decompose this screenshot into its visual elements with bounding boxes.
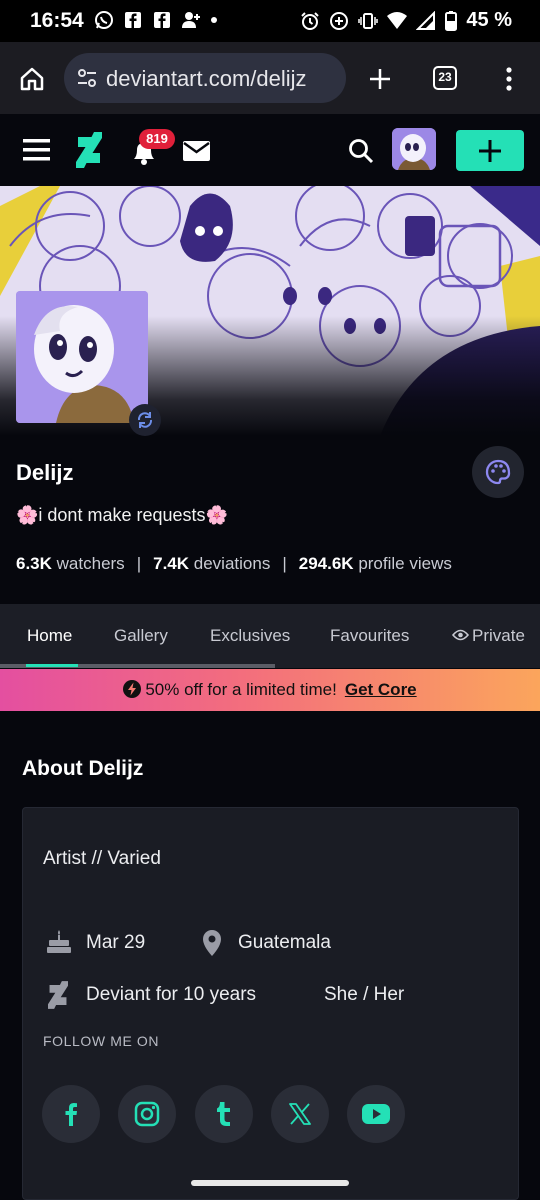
tab-private-label: Private <box>472 626 525 645</box>
tumblr-link[interactable] <box>195 1085 253 1143</box>
about-bio: Artist // Varied <box>43 848 161 869</box>
instagram-link[interactable] <box>118 1085 176 1143</box>
facebook-icon <box>154 12 170 28</box>
system-icons: 45 % <box>300 9 512 32</box>
deviantart-member-icon <box>48 981 68 1009</box>
facebook-link[interactable] <box>42 1085 100 1143</box>
tumblr-icon <box>217 1102 230 1126</box>
get-core-link[interactable]: Get Core <box>345 680 417 699</box>
person-add-icon <box>182 12 200 28</box>
deviantart-logo-icon[interactable] <box>76 132 102 168</box>
home-icon[interactable] <box>19 66 45 92</box>
profile-tabs: Home Gallery Exclusives Favourites Priva… <box>0 604 540 668</box>
member-since-text: Deviant for 10 years <box>86 984 257 1005</box>
views-label: profile views <box>358 554 452 573</box>
gesture-home-bar[interactable] <box>191 1180 349 1186</box>
url-text: deviantart.com/delijz <box>106 66 307 91</box>
location-text: Guatemala <box>238 932 331 953</box>
refresh-icon <box>137 412 153 428</box>
battery-icon <box>445 10 458 31</box>
tab-switcher-button[interactable]: 23 <box>433 66 457 90</box>
eye-icon <box>451 629 470 641</box>
tab-exclusives[interactable]: Exclusives <box>210 626 290 646</box>
palette-icon <box>485 459 511 485</box>
about-title: About Delijz <box>22 757 144 780</box>
active-tab-indicator <box>26 664 78 667</box>
data-saver-icon <box>330 11 349 30</box>
address-bar[interactable]: deviantart.com/delijz <box>64 53 346 103</box>
watchers-label[interactable]: watchers <box>57 554 125 573</box>
lightning-icon <box>123 680 142 698</box>
views-count: 294.6K <box>298 554 354 573</box>
vibrate-icon <box>358 12 379 29</box>
x-icon <box>289 1103 311 1125</box>
follow-me-label: FOLLOW ME ON <box>43 1033 160 1049</box>
promo-banner: 50% off for a limited time! Get Core <box>0 669 540 711</box>
birthday-text: Mar 29 <box>86 932 146 953</box>
user-avatar-image <box>392 128 436 170</box>
profile-avatar-image <box>16 291 148 423</box>
tab-gallery[interactable]: Gallery <box>114 626 168 646</box>
whatsapp-icon <box>95 11 113 29</box>
pronouns-text: She / Her <box>324 984 405 1005</box>
dot-icon <box>211 17 217 23</box>
promo-text: 50% off for a limited time! <box>145 680 337 699</box>
user-avatar[interactable] <box>392 128 436 170</box>
stats-separator: | <box>136 554 142 573</box>
profile-username: Delijz <box>16 460 74 485</box>
notification-icons <box>94 10 218 30</box>
profile-avatar[interactable] <box>16 291 148 423</box>
stats-separator: | <box>282 554 287 573</box>
new-tab-icon[interactable] <box>368 67 392 91</box>
notification-count-badge: 819 <box>139 129 175 149</box>
facebook-icon <box>65 1103 77 1126</box>
plus-icon <box>479 140 501 162</box>
alarm-icon <box>301 11 320 30</box>
tab-private[interactable]: Private <box>451 626 525 646</box>
profile-stats: 6.3K watchers | 7.4K deviations | 294.6K pro… <box>16 554 452 574</box>
battery-percent: 45 % <box>466 9 512 31</box>
youtube-icon <box>362 1104 390 1124</box>
create-button[interactable] <box>456 130 524 171</box>
theme-palette-button[interactable] <box>472 446 524 498</box>
profile-tagline: 🌸i dont make requests🌸 <box>16 505 228 525</box>
x-twitter-link[interactable] <box>271 1085 329 1143</box>
deviations-label[interactable]: deviations <box>194 554 271 573</box>
wifi-icon <box>387 11 408 29</box>
instagram-icon <box>134 1101 160 1127</box>
location-pin-icon <box>203 930 221 956</box>
facebook-icon <box>125 12 141 28</box>
signal-icon <box>416 10 436 30</box>
birthday-cake-icon <box>47 930 71 953</box>
deviations-count: 7.4K <box>153 554 190 573</box>
status-bar: 16:54 45 % <box>0 0 540 42</box>
tab-home[interactable]: Home <box>27 626 72 646</box>
status-time: 16:54 <box>30 9 84 32</box>
hamburger-menu-icon[interactable] <box>23 138 50 162</box>
site-settings-icon[interactable] <box>77 68 97 88</box>
mail-icon[interactable] <box>183 141 210 161</box>
promo-content: 50% off for a limited time! Get Core <box>0 680 540 700</box>
search-icon[interactable] <box>348 138 374 164</box>
tab-favourites[interactable]: Favourites <box>330 626 409 646</box>
browser-toolbar: deviantart.com/delijz 23 <box>0 42 540 114</box>
youtube-link[interactable] <box>347 1085 405 1143</box>
change-avatar-button[interactable] <box>129 404 161 436</box>
more-menu-icon[interactable] <box>497 66 521 92</box>
watchers-count: 6.3K <box>16 554 52 573</box>
